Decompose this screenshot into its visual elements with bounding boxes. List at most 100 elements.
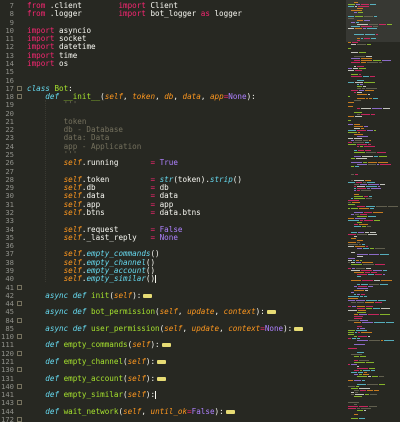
minimap-code-stroke <box>365 232 369 233</box>
fold-toggle-icon[interactable] <box>17 383 22 389</box>
fold-toggle-icon[interactable] <box>17 317 22 323</box>
code-token: app <box>209 92 224 102</box>
code-line[interactable]: self.running = True <box>27 158 178 167</box>
code-line[interactable]: def wait_network(self, until_ok=False): <box>27 407 235 416</box>
minimap-code-stroke <box>355 166 359 167</box>
minimap-code-stroke <box>373 308 380 309</box>
minimap-code-stroke <box>367 188 370 189</box>
code-area[interactable]: from .client import Client from .logger i… <box>27 0 346 422</box>
fold-toggle-icon[interactable] <box>17 85 22 91</box>
minimap-code-stroke <box>367 44 371 45</box>
code-token: update <box>187 307 215 317</box>
folded-code-marker-icon[interactable] <box>157 360 167 365</box>
code-editor[interactable]: 7 8 9 10 11 12 13 14 15 16 17 18 19 20 21 22 23 24 25 26 27 2… <box>0 0 346 422</box>
minimap-code-stroke <box>351 22 355 23</box>
minimap-code-stroke <box>354 272 364 273</box>
code-line[interactable]: def empty_account(self): <box>27 374 167 383</box>
minimap-code-stroke <box>374 130 376 131</box>
minimap-code-stroke <box>373 98 378 99</box>
minimap-code-stroke <box>357 302 364 303</box>
minimap-code-stroke <box>368 162 377 163</box>
code-line[interactable]: import os <box>27 59 68 68</box>
minimap-code-stroke <box>364 196 368 197</box>
folded-code-marker-icon[interactable] <box>294 326 304 331</box>
fold-toggle-icon[interactable] <box>17 350 22 356</box>
minimap-code-stroke <box>387 24 392 25</box>
minimap-code-stroke <box>355 332 357 333</box>
fold-toggle-icon[interactable] <box>17 417 22 422</box>
minimap-code-stroke <box>379 62 382 63</box>
minimap[interactable] <box>346 0 400 422</box>
minimap-code-stroke <box>348 82 354 83</box>
minimap-code-stroke <box>356 22 359 23</box>
code-line[interactable]: self.empty_similar() <box>27 274 157 284</box>
minimap-code-stroke <box>358 132 360 133</box>
minimap-code-stroke <box>379 24 386 25</box>
fold-toggle-icon[interactable] <box>17 334 22 340</box>
minimap-code-stroke <box>357 240 363 241</box>
code-line[interactable]: from .logger import bot_logger as logger <box>27 9 242 18</box>
minimap-code-stroke <box>354 134 363 135</box>
folded-code-marker-icon[interactable] <box>157 376 167 381</box>
folded-code-marker-icon[interactable] <box>266 310 276 315</box>
folded-code-marker-icon[interactable] <box>225 409 235 414</box>
minimap-code-stroke <box>360 146 363 147</box>
minimap-code-stroke <box>357 94 367 95</box>
minimap-code-stroke <box>348 296 359 297</box>
code-line[interactable]: async def bot_permission(self, update, c… <box>27 307 276 316</box>
minimap-code-stroke <box>383 108 390 109</box>
minimap-code-stroke <box>348 28 354 29</box>
code-token: user_permission <box>91 323 160 333</box>
code-line[interactable]: self._last_reply = None <box>27 233 178 242</box>
text-cursor <box>155 275 157 284</box>
code-token: , <box>141 406 151 416</box>
folded-code-marker-icon[interactable] <box>143 293 153 298</box>
minimap-code-stroke <box>354 286 357 287</box>
minimap-code-stroke <box>351 10 362 11</box>
code-line[interactable]: async def user_permission(self, update, … <box>27 323 304 333</box>
minimap-code-stroke <box>348 246 354 247</box>
minimap-code-stroke <box>348 298 358 299</box>
minimap-code-stroke <box>367 28 377 29</box>
minimap-code-stroke <box>357 186 365 187</box>
minimap-code-stroke <box>358 12 363 13</box>
minimap-code-stroke <box>357 190 360 191</box>
minimap-code-stroke <box>361 60 372 61</box>
minimap-code-stroke <box>357 294 360 295</box>
folded-code-marker-icon[interactable] <box>161 343 171 348</box>
fold-toggle-icon[interactable] <box>17 284 22 290</box>
fold-toggle-icon[interactable] <box>17 400 22 406</box>
minimap-code-stroke <box>354 314 358 315</box>
fold-toggle-icon[interactable] <box>17 94 22 100</box>
minimap-code-stroke <box>357 222 362 223</box>
minimap-code-stroke <box>357 40 360 41</box>
minimap-code-stroke <box>357 376 367 377</box>
code-line[interactable]: def empty_channel(self): <box>27 357 167 366</box>
code-token: self <box>132 340 151 350</box>
code-token: False <box>191 406 215 416</box>
minimap-code-stroke <box>359 418 365 419</box>
minimap-code-stroke <box>357 216 367 217</box>
code-line[interactable]: async def init(self): <box>27 291 153 300</box>
minimap-code-stroke <box>358 336 367 337</box>
fold-toggle-icon[interactable] <box>17 301 22 307</box>
code-line[interactable]: ''' <box>27 100 78 109</box>
minimap-code-stroke <box>357 384 366 385</box>
minimap-code-stroke <box>364 220 373 221</box>
code-line[interactable]: self.btns = data.btns <box>27 208 201 217</box>
minimap-code-stroke <box>370 76 375 77</box>
code-line[interactable]: def empty_similar(self): <box>27 390 157 400</box>
code-token: = <box>150 208 160 217</box>
minimap-code-stroke <box>348 268 351 269</box>
code-token: ): <box>214 406 224 416</box>
code-token: import <box>118 9 151 19</box>
code-line[interactable]: def empty_commands(self): <box>27 340 171 349</box>
minimap-code-stroke <box>357 114 360 115</box>
minimap-code-stroke <box>348 182 355 183</box>
minimap-code-stroke <box>381 340 383 341</box>
line-number-gutter[interactable]: 7 8 9 10 11 12 13 14 15 16 17 18 19 20 21 22 23 24 25 26 27 2… <box>0 0 24 422</box>
code-token: db <box>164 92 174 102</box>
fold-toggle-icon[interactable] <box>17 367 22 373</box>
code-token: async def <box>45 323 92 333</box>
